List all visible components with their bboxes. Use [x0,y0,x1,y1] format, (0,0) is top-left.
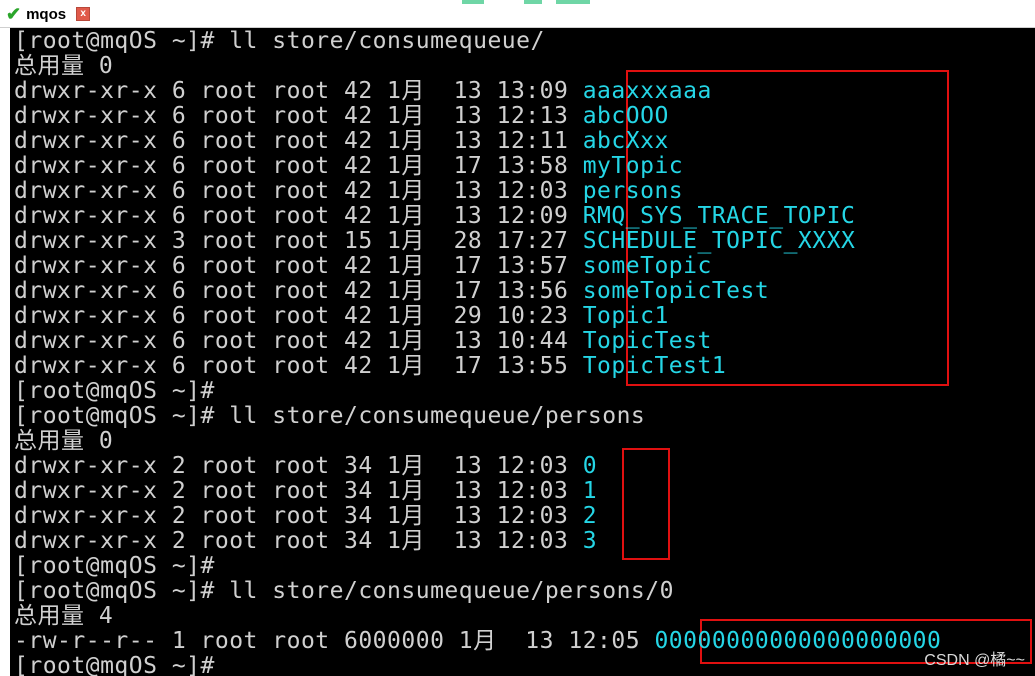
terminal-line-text: drwxr-xr-x 6 root root 42 1月 13 10:44 [14,328,583,354]
decorative-bar [556,0,590,4]
terminal-line: drwxr-xr-x 6 root root 42 1月 17 13:55 To… [14,354,726,379]
terminal-line: drwxr-xr-x 2 root root 34 1月 13 12:03 0 [14,454,597,479]
terminal-line: drwxr-xr-x 6 root root 42 1月 17 13:57 so… [14,254,712,279]
terminal-line: drwxr-xr-x 6 root root 42 1月 13 12:03 pe… [14,179,683,204]
terminal-line-text: [root@mqOS ~]# [14,653,215,676]
terminal-line: drwxr-xr-x 2 root root 34 1月 13 12:03 3 [14,529,597,554]
terminal-line-text: drwxr-xr-x 6 root root 42 1月 17 13:55 [14,353,583,379]
terminal-line: [root@mqOS ~]# ll store/consumequeue/ [14,29,545,54]
terminal-line-text: drwxr-xr-x 6 root root 42 1月 29 10:23 [14,303,583,329]
terminal-line: 总用量 0 [14,429,113,454]
terminal-line: drwxr-xr-x 3 root root 15 1月 28 17:27 SC… [14,229,855,254]
terminal-line-text: drwxr-xr-x 6 root root 42 1月 13 12:03 [14,178,583,204]
terminal-line-text: drwxr-xr-x 6 root root 42 1月 17 13:57 [14,253,583,279]
highlight-box-queues [622,448,670,560]
terminal-line-text: [root@mqOS ~]# ll store/consumequeue/per… [14,403,646,429]
terminal-line-text: -rw-r--r-- 1 root root 6000000 1月 13 12:… [14,628,655,654]
directory-entry-name: 2 [582,503,598,529]
terminal-line: [root@mqOS ~]# [14,654,215,676]
terminal-line: 总用量 4 [14,604,113,629]
terminal-line: drwxr-xr-x 6 root root 42 1月 13 12:11 ab… [14,129,669,154]
terminal-output[interactable]: [root@mqOS ~]# ll store/consumequeue/总用量… [10,28,1035,676]
terminal-line: [root@mqOS ~]# [14,379,215,404]
directory-entry-name: SCHEDULE_TOPIC_XXXX [582,228,856,254]
decorative-bar [524,0,542,4]
terminal-line: drwxr-xr-x 2 root root 34 1月 13 12:03 1 [14,479,597,504]
terminal-line-text: [root@mqOS ~]# [14,378,215,404]
terminal-line-text: drwxr-xr-x 2 root root 34 1月 13 12:03 [14,478,583,504]
directory-entry-name: someTopicTest [582,278,770,304]
terminal-line: drwxr-xr-x 6 root root 42 1月 29 10:23 To… [14,304,669,329]
close-tab-icon[interactable]: x [76,7,91,21]
directory-entry-name: myTopic [582,153,684,179]
terminal-line-text: drwxr-xr-x 6 root root 42 1月 13 13:09 [14,78,583,104]
terminal-line-text: drwxr-xr-x 2 root root 34 1月 13 12:03 [14,453,583,479]
directory-entry-name: aaaxxxaaa [582,78,712,104]
terminal-line-text: 总用量 0 [14,428,114,454]
directory-entry-name: abcOOO [582,103,669,129]
terminal-line: drwxr-xr-x 6 root root 42 1月 13 12:09 RM… [14,204,855,229]
directory-entry-name: Topic1 [582,303,669,329]
terminal-line-text: drwxr-xr-x 6 root root 42 1月 17 13:56 [14,278,583,304]
directory-entry-name: someTopic [582,253,712,279]
tab-bar: ✔ mqos x [0,0,1035,28]
terminal-line-text: drwxr-xr-x 2 root root 34 1月 13 12:03 [14,503,583,529]
directory-entry-name: abcXxx [582,128,669,154]
terminal-line-text: drwxr-xr-x 6 root root 42 1月 13 12:09 [14,203,583,229]
terminal-line: drwxr-xr-x 6 root root 42 1月 17 13:58 my… [14,154,683,179]
terminal-line: drwxr-xr-x 6 root root 42 1月 13 10:44 To… [14,329,712,354]
directory-entry-name: 00000000000000000000 [654,628,942,654]
terminal-line-text: drwxr-xr-x 6 root root 42 1月 17 13:58 [14,153,583,179]
terminal-line: 总用量 0 [14,54,113,79]
connected-check-icon: ✔ [6,4,22,24]
terminal-line-text: [root@mqOS ~]# [14,553,215,579]
terminal-line-text: [root@mqOS ~]# ll store/consumequeue/ [14,28,545,54]
session-tab[interactable]: ✔ mqos x [6,3,91,25]
terminal-line: [root@mqOS ~]# ll store/consumequeue/per… [14,404,645,429]
terminal-line-text: drwxr-xr-x 3 root root 15 1月 28 17:27 [14,228,583,254]
watermark: CSDN @橘~~ [924,652,1025,669]
directory-entry-name: 1 [582,478,598,504]
terminal-line: -rw-r--r-- 1 root root 6000000 1月 13 12:… [14,629,941,654]
terminal-line-text: drwxr-xr-x 2 root root 34 1月 13 12:03 [14,528,583,554]
directory-entry-name: TopicTest [582,328,712,354]
terminal-line: drwxr-xr-x 2 root root 34 1月 13 12:03 2 [14,504,597,529]
directory-entry-name: 3 [582,528,598,554]
terminal-line-text: [root@mqOS ~]# ll store/consumequeue/per… [14,578,674,604]
terminal-line: [root@mqOS ~]# ll store/consumequeue/per… [14,579,674,604]
directory-entry-name: 0 [582,453,598,479]
directory-entry-name: TopicTest1 [582,353,727,379]
session-tab-title: mqos [26,5,67,23]
terminal-line: [root@mqOS ~]# [14,554,215,579]
terminal-line-text: drwxr-xr-x 6 root root 42 1月 13 12:13 [14,103,583,129]
terminal-line-text: drwxr-xr-x 6 root root 42 1月 13 12:11 [14,128,583,154]
terminal-line: drwxr-xr-x 6 root root 42 1月 17 13:56 so… [14,279,769,304]
terminal-line: drwxr-xr-x 6 root root 42 1月 13 12:13 ab… [14,104,669,129]
directory-entry-name: persons [582,178,684,204]
terminal-line-text: 总用量 0 [14,53,114,79]
terminal-line: drwxr-xr-x 6 root root 42 1月 13 13:09 aa… [14,79,712,104]
terminal-line-text: 总用量 4 [14,603,114,629]
directory-entry-name: RMQ_SYS_TRACE_TOPIC [582,203,856,229]
decorative-bar [462,0,484,4]
